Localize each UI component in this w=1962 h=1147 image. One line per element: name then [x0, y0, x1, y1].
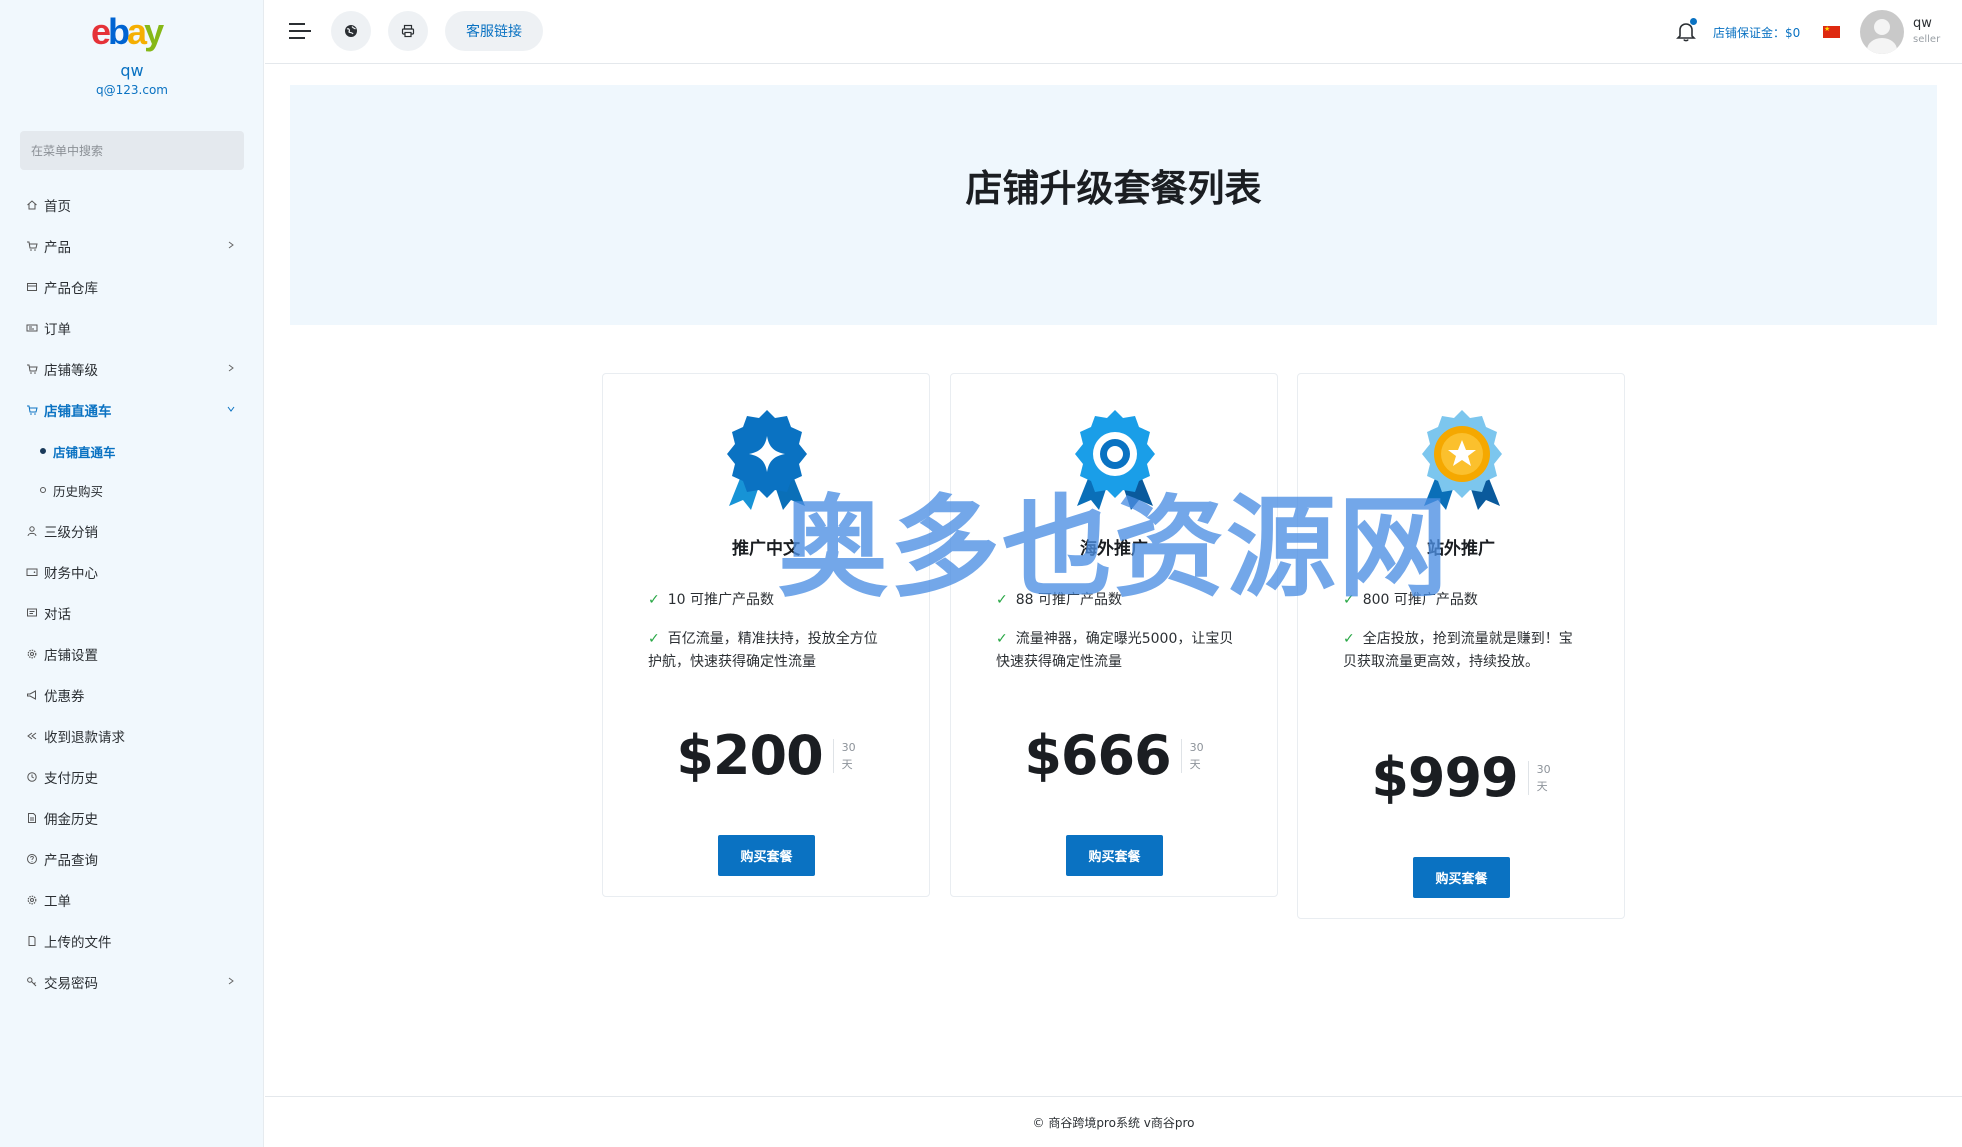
user-icon: [26, 525, 38, 537]
order-icon: [26, 322, 38, 334]
check-icon: ✓: [996, 631, 1008, 647]
bullet-icon: [40, 487, 46, 493]
check-icon: ✓: [648, 592, 660, 608]
cart-icon: [26, 240, 38, 252]
header-user-role: seller: [1913, 34, 1941, 45]
gear-icon: [26, 894, 38, 906]
document-icon: [26, 812, 38, 824]
sidebar-item-trade-password[interactable]: 交易密码: [26, 971, 240, 993]
shop-deposit[interactable]: 店铺保证金：$0: [1713, 24, 1800, 41]
cart-icon: [26, 404, 38, 416]
question-icon: [26, 853, 38, 865]
key-icon: [26, 976, 38, 988]
package-description: ✓ 流量神器，确定曝光5000，让宝贝快速获得确定性流量: [996, 631, 1234, 670]
chevron-right-icon: [228, 977, 234, 985]
sidebar-item-product-query[interactable]: 产品查询: [26, 848, 240, 870]
sidebar-item-distribution[interactable]: 三级分销: [26, 520, 240, 542]
support-link-button[interactable]: 客服链接: [445, 11, 543, 51]
chat-icon: [26, 607, 38, 619]
sidebar-item-refund-requests[interactable]: 收到退款请求: [26, 725, 240, 747]
sidebar-item-commission-history[interactable]: 佣金历史: [26, 807, 240, 829]
sidebar-item-products[interactable]: 产品: [26, 235, 240, 257]
chevron-right-icon: [228, 241, 234, 249]
check-icon: ✓: [1343, 631, 1355, 647]
printer-icon: [401, 24, 415, 38]
check-icon: ✓: [648, 631, 660, 647]
price-amount: $200: [676, 724, 823, 787]
gold-star-medal-icon: [1422, 410, 1502, 510]
package-name: 站外推广: [1427, 539, 1495, 559]
sidebar-item-home[interactable]: 首页: [26, 194, 240, 216]
package-card: 推广中文 ✓ 10 可推广产品数 ✓ 百亿流量，精准扶持，投放全方位护航，快速获得确…: [602, 373, 930, 897]
print-button[interactable]: [388, 11, 428, 51]
sidebar-user-name: qw: [120, 61, 144, 80]
notification-dot: [1690, 18, 1697, 25]
price-amount: $999: [1371, 746, 1518, 809]
footer: © 商谷跨境pro系统 v商谷pro: [265, 1096, 1962, 1147]
page-title: 店铺升级套餐列表: [965, 167, 1262, 210]
menu-search-input[interactable]: [20, 131, 244, 170]
package-feature-count: ✓ 10 可推广产品数: [648, 592, 774, 608]
sidebar-item-payment-history[interactable]: 支付历史: [26, 766, 240, 788]
china-flag-icon[interactable]: ★: [1823, 25, 1840, 38]
package-name: 海外推广: [1080, 539, 1148, 559]
buy-package-button[interactable]: 购买套餐: [1066, 835, 1163, 876]
gear-icon: [26, 648, 38, 660]
buy-package-button[interactable]: 购买套餐: [1413, 857, 1510, 898]
sidebar-item-coupons[interactable]: 优惠券: [26, 684, 240, 706]
package-price: $200 30 天: [603, 724, 929, 787]
sidebar: ebay qw q@123.com 首页 产品 产品仓库 订单 店铺等级 店铺直…: [0, 0, 264, 1147]
price-period: 30 天: [1527, 760, 1551, 795]
sidebar-user-email: q@123.com: [96, 83, 168, 97]
file-icon: [26, 935, 38, 947]
refund-icon: [26, 730, 38, 742]
package-name: 推广中文: [732, 539, 800, 559]
top-header: 客服链接 店铺保证金：$0 ★ qw seller: [265, 0, 1962, 64]
blue-rosette-ring-icon: [1075, 410, 1155, 510]
sidebar-subitem-purchase-history[interactable]: 历史购买: [40, 480, 103, 500]
sidebar-item-warehouse[interactable]: 产品仓库: [26, 276, 240, 298]
sidebar-item-shop-level[interactable]: 店铺等级: [26, 358, 240, 380]
package-feature-count: ✓ 800 可推广产品数: [1343, 592, 1478, 608]
package-card: 海外推广 ✓ 88 可推广产品数 ✓ 流量神器，确定曝光5000，让宝贝快速获得确定…: [950, 373, 1278, 897]
home-icon: [26, 199, 38, 211]
history-icon: [26, 771, 38, 783]
package-description: ✓ 全店投放，抢到流量就是赚到！宝贝获取流量更高效，持续投放。: [1343, 631, 1573, 670]
package-card: 站外推广 ✓ 800 可推广产品数 ✓ 全店投放，抢到流量就是赚到！宝贝获取流量更高…: [1297, 373, 1625, 919]
megaphone-icon: [26, 689, 38, 701]
chevron-down-icon: [227, 406, 235, 412]
blue-rosette-diamond-icon: [727, 410, 807, 510]
wallet-icon: [26, 566, 38, 578]
package-price: $666 30 天: [951, 724, 1277, 787]
sidebar-item-uploaded-files[interactable]: 上传的文件: [26, 930, 240, 952]
buy-package-button[interactable]: 购买套餐: [718, 835, 815, 876]
check-icon: ✓: [996, 592, 1008, 608]
language-button[interactable]: [331, 11, 371, 51]
sidebar-item-shop-express[interactable]: 店铺直通车: [26, 399, 240, 421]
chevron-right-icon: [228, 364, 234, 372]
sidebar-item-orders[interactable]: 订单: [26, 317, 240, 339]
price-period: 30 天: [1180, 738, 1204, 773]
globe-icon: [345, 25, 357, 37]
price-period: 30 天: [832, 738, 856, 773]
check-icon: ✓: [1343, 592, 1355, 608]
sidebar-item-shop-settings[interactable]: 店铺设置: [26, 643, 240, 665]
header-user-name: qw: [1913, 16, 1932, 31]
package-feature-count: ✓ 88 可推广产品数: [996, 592, 1122, 608]
sidebar-item-finance[interactable]: 财务中心: [26, 561, 240, 583]
bullet-icon: [40, 448, 46, 454]
package-description: ✓ 百亿流量，精准扶持，投放全方位护航，快速获得确定性流量: [648, 631, 878, 670]
cart-icon: [26, 363, 38, 375]
sidebar-item-tickets[interactable]: 工单: [26, 889, 240, 911]
warehouse-icon: [26, 281, 38, 293]
price-amount: $666: [1024, 724, 1171, 787]
ebay-logo[interactable]: ebay: [91, 14, 164, 50]
package-price: $999 30 天: [1298, 746, 1624, 809]
avatar[interactable]: [1860, 10, 1904, 54]
menu-icon[interactable]: [288, 21, 312, 41]
sidebar-item-chat[interactable]: 对话: [26, 602, 240, 624]
page-banner: 店铺升级套餐列表: [290, 85, 1937, 325]
sidebar-subitem-shop-express[interactable]: 店铺直通车: [40, 441, 116, 461]
